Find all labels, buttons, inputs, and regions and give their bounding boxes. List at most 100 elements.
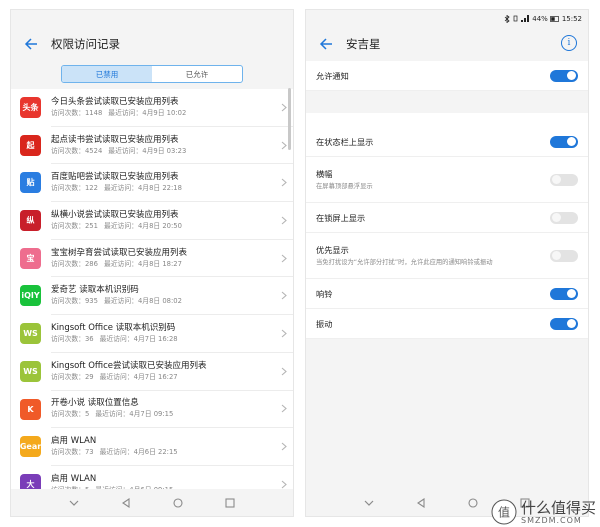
last-label: 最近访问： [103, 221, 138, 230]
item-text: 起点读书尝试读取已安装应用列表 访问次数：4524 最近访问：4月9日 03:23 [51, 134, 275, 157]
setting-toggle[interactable] [550, 317, 578, 330]
item-title: 纵横小说尝试读取已安装应用列表 [51, 209, 179, 220]
last-value: 4月9日 03:23 [142, 146, 187, 155]
list-item[interactable]: WS Kingsoft Office 读取本机识别码 访问次数：36 最近访问：4月7… [20, 315, 293, 353]
nav-back-icon[interactable] [416, 497, 426, 508]
chevron-right-icon [275, 480, 293, 489]
back-button[interactable] [21, 34, 41, 54]
setting-row[interactable]: 横幅 在屏幕顶部悬浮显示 [306, 157, 588, 203]
count-value: 122 [84, 184, 98, 193]
item-text: 纵横小说尝试读取已安装应用列表 访问次数：251 最近访问：4月8日 20:50 [51, 209, 275, 232]
count-label: 访问次数： [51, 448, 85, 457]
chevron-right-icon [275, 329, 293, 338]
item-text: 百度贴吧尝试读取已安装应用列表 访问次数：122 最近访问：4月8日 22:18 [51, 171, 275, 194]
list-item[interactable]: 贴百度贴吧尝试读取已安装应用列表 访问次数：122 最近访问：4月8日 22:18 [20, 164, 293, 203]
list-item[interactable]: 起起点读书尝试读取已安装应用列表 访问次数：4524 最近访问：4月9日 03:23 [20, 127, 293, 165]
settings-card: 允许通知 [306, 61, 588, 91]
count-label: 访问次数： [51, 259, 85, 268]
count-value: 36 [84, 334, 94, 343]
nav-home-icon[interactable] [173, 497, 183, 508]
setting-row[interactable]: 响铃 [306, 279, 588, 309]
count-label: 访问次数： [51, 108, 85, 117]
scrollbar[interactable] [288, 88, 291, 150]
setting-row[interactable]: 在锁屏上显示 [306, 203, 588, 233]
chevron-right-icon [275, 291, 293, 300]
left-screen: 权限访问记录 已禁用 已允许 头条 今日头条尝试读取已安装应用列表 访问次数：114… [10, 9, 294, 517]
item-text: Kingsoft Office尝试读取已安装应用列表 访问次数：29 最近访问：4月… [51, 360, 275, 383]
list-item[interactable]: K 开卷小说 读取位置信息 访问次数：5 最近访问：4月7日 09:15 [20, 391, 293, 429]
item-title: 启用 WLAN [51, 436, 97, 447]
last-value: 4月7日 16:27 [133, 372, 178, 381]
arrow-left-icon [319, 38, 332, 50]
item-meta: 访问次数：1148 最近访问：4月9日 10:02 [51, 108, 275, 119]
setting-text: 振动 [316, 318, 332, 330]
setting-description: 当免打扰设为“允许部分打扰”时，允许此应用的通知响铃或振动 [316, 259, 493, 266]
count-value: 29 [84, 372, 94, 381]
last-label: 最近访问： [95, 410, 130, 419]
count-label: 访问次数： [51, 372, 85, 381]
count-value: 286 [84, 259, 98, 268]
setting-row[interactable]: 优先显示 当免打扰设为“允许部分打扰”时，允许此应用的通知响铃或振动 [306, 233, 588, 279]
item-meta: 访问次数：935 最近访问：4月8日 08:02 [51, 296, 275, 307]
last-value: 4月7日 09:15 [129, 410, 174, 419]
item-title: 今日头条尝试读取已安装应用列表 [51, 96, 179, 107]
arrow-left-icon [24, 38, 37, 50]
item-title: 宝宝树孕育尝试读取已安装应用列表 [51, 247, 188, 258]
tab-allowed[interactable]: 已允许 [152, 66, 242, 82]
count-value: 5 [84, 410, 90, 419]
setting-label: 响铃 [316, 288, 333, 299]
setting-label: 振动 [316, 318, 333, 329]
watermark: 值 什么值得买 SMZDM.COM [491, 499, 596, 525]
count-label: 访问次数： [51, 184, 85, 193]
setting-row[interactable]: 允许通知 [306, 61, 588, 91]
chevron-right-icon [275, 404, 293, 413]
item-text: Kingsoft Office 读取本机识别码 访问次数：36 最近访问：4月7日 … [51, 322, 275, 345]
last-label: 最近访问： [99, 334, 134, 343]
back-button[interactable] [316, 34, 336, 54]
last-label: 最近访问： [103, 259, 138, 268]
toggle-knob [567, 137, 576, 146]
setting-toggle[interactable] [550, 173, 578, 186]
setting-toggle[interactable] [550, 249, 578, 262]
nav-recent-icon[interactable] [225, 497, 235, 508]
item-meta: 访问次数：251 最近访问：4月8日 20:50 [51, 221, 275, 232]
signal-icon [521, 15, 530, 22]
tab-disabled[interactable]: 已禁用 [62, 66, 152, 82]
nav-home-icon[interactable] [468, 497, 478, 508]
last-label: 最近访问： [108, 108, 143, 117]
item-meta: 访问次数：29 最近访问：4月7日 16:27 [51, 372, 275, 383]
item-title: 爱奇艺 读取本机识别码 [51, 285, 139, 296]
setting-toggle[interactable] [550, 69, 578, 82]
list-item[interactable]: 头条 今日头条尝试读取已安装应用列表 访问次数：1148 最近访问：4月9日 10:0… [20, 89, 293, 127]
chevron-down-icon[interactable] [69, 499, 79, 507]
setting-row[interactable]: 振动 [306, 309, 588, 339]
list-item[interactable]: Gear 启用 WLAN 访问次数：73 最近访问：4月6日 22:15 [20, 428, 293, 466]
list-item[interactable]: 宝宝宝树孕育尝试读取已安装应用列表 访问次数：286 最近访问：4月8日 18:27 [20, 240, 293, 278]
item-title: 启用 WLAN [51, 473, 97, 484]
nav-back-icon[interactable] [121, 497, 131, 508]
app-icon: 宝 [20, 247, 41, 269]
app-icon: WS [20, 323, 41, 345]
info-icon[interactable]: i [561, 35, 577, 51]
setting-label: 在状态栏上显示 [316, 136, 374, 147]
setting-text: 允许通知 [316, 70, 349, 82]
list-item[interactable]: 纵纵横小说尝试读取已安装应用列表 访问次数：251 最近访问：4月8日 20:50 [20, 202, 293, 240]
setting-description: 在屏幕顶部悬浮显示 [316, 183, 373, 190]
setting-toggle[interactable] [550, 135, 578, 148]
item-title: Kingsoft Office 读取本机识别码 [51, 322, 176, 333]
left-nav-bar [11, 489, 293, 516]
item-meta: 访问次数：36 最近访问：4月7日 16:28 [51, 334, 275, 345]
setting-row[interactable]: 在状态栏上显示 [306, 127, 588, 157]
screenshot-stage: 权限访问记录 已禁用 已允许 头条 今日头条尝试读取已安装应用列表 访问次数：114… [0, 0, 600, 527]
permission-tabs: 已禁用 已允许 [61, 65, 243, 83]
battery-level: 44% [532, 14, 548, 23]
chevron-down-icon[interactable] [364, 499, 374, 507]
count-label: 访问次数： [51, 146, 85, 155]
setting-toggle[interactable] [550, 287, 578, 300]
setting-toggle[interactable] [550, 211, 578, 224]
list-item[interactable]: WS Kingsoft Office尝试读取已安装应用列表 访问次数：29 最近访问：… [20, 353, 293, 391]
section-divider [306, 91, 588, 113]
list-item[interactable]: iQIY 爱奇艺 读取本机识别码 访问次数：935 最近访问：4月8日 08:02 [20, 277, 293, 316]
logo-glyph: 值 [498, 505, 510, 520]
item-title: 开卷小说 读取位置信息 [51, 398, 139, 409]
